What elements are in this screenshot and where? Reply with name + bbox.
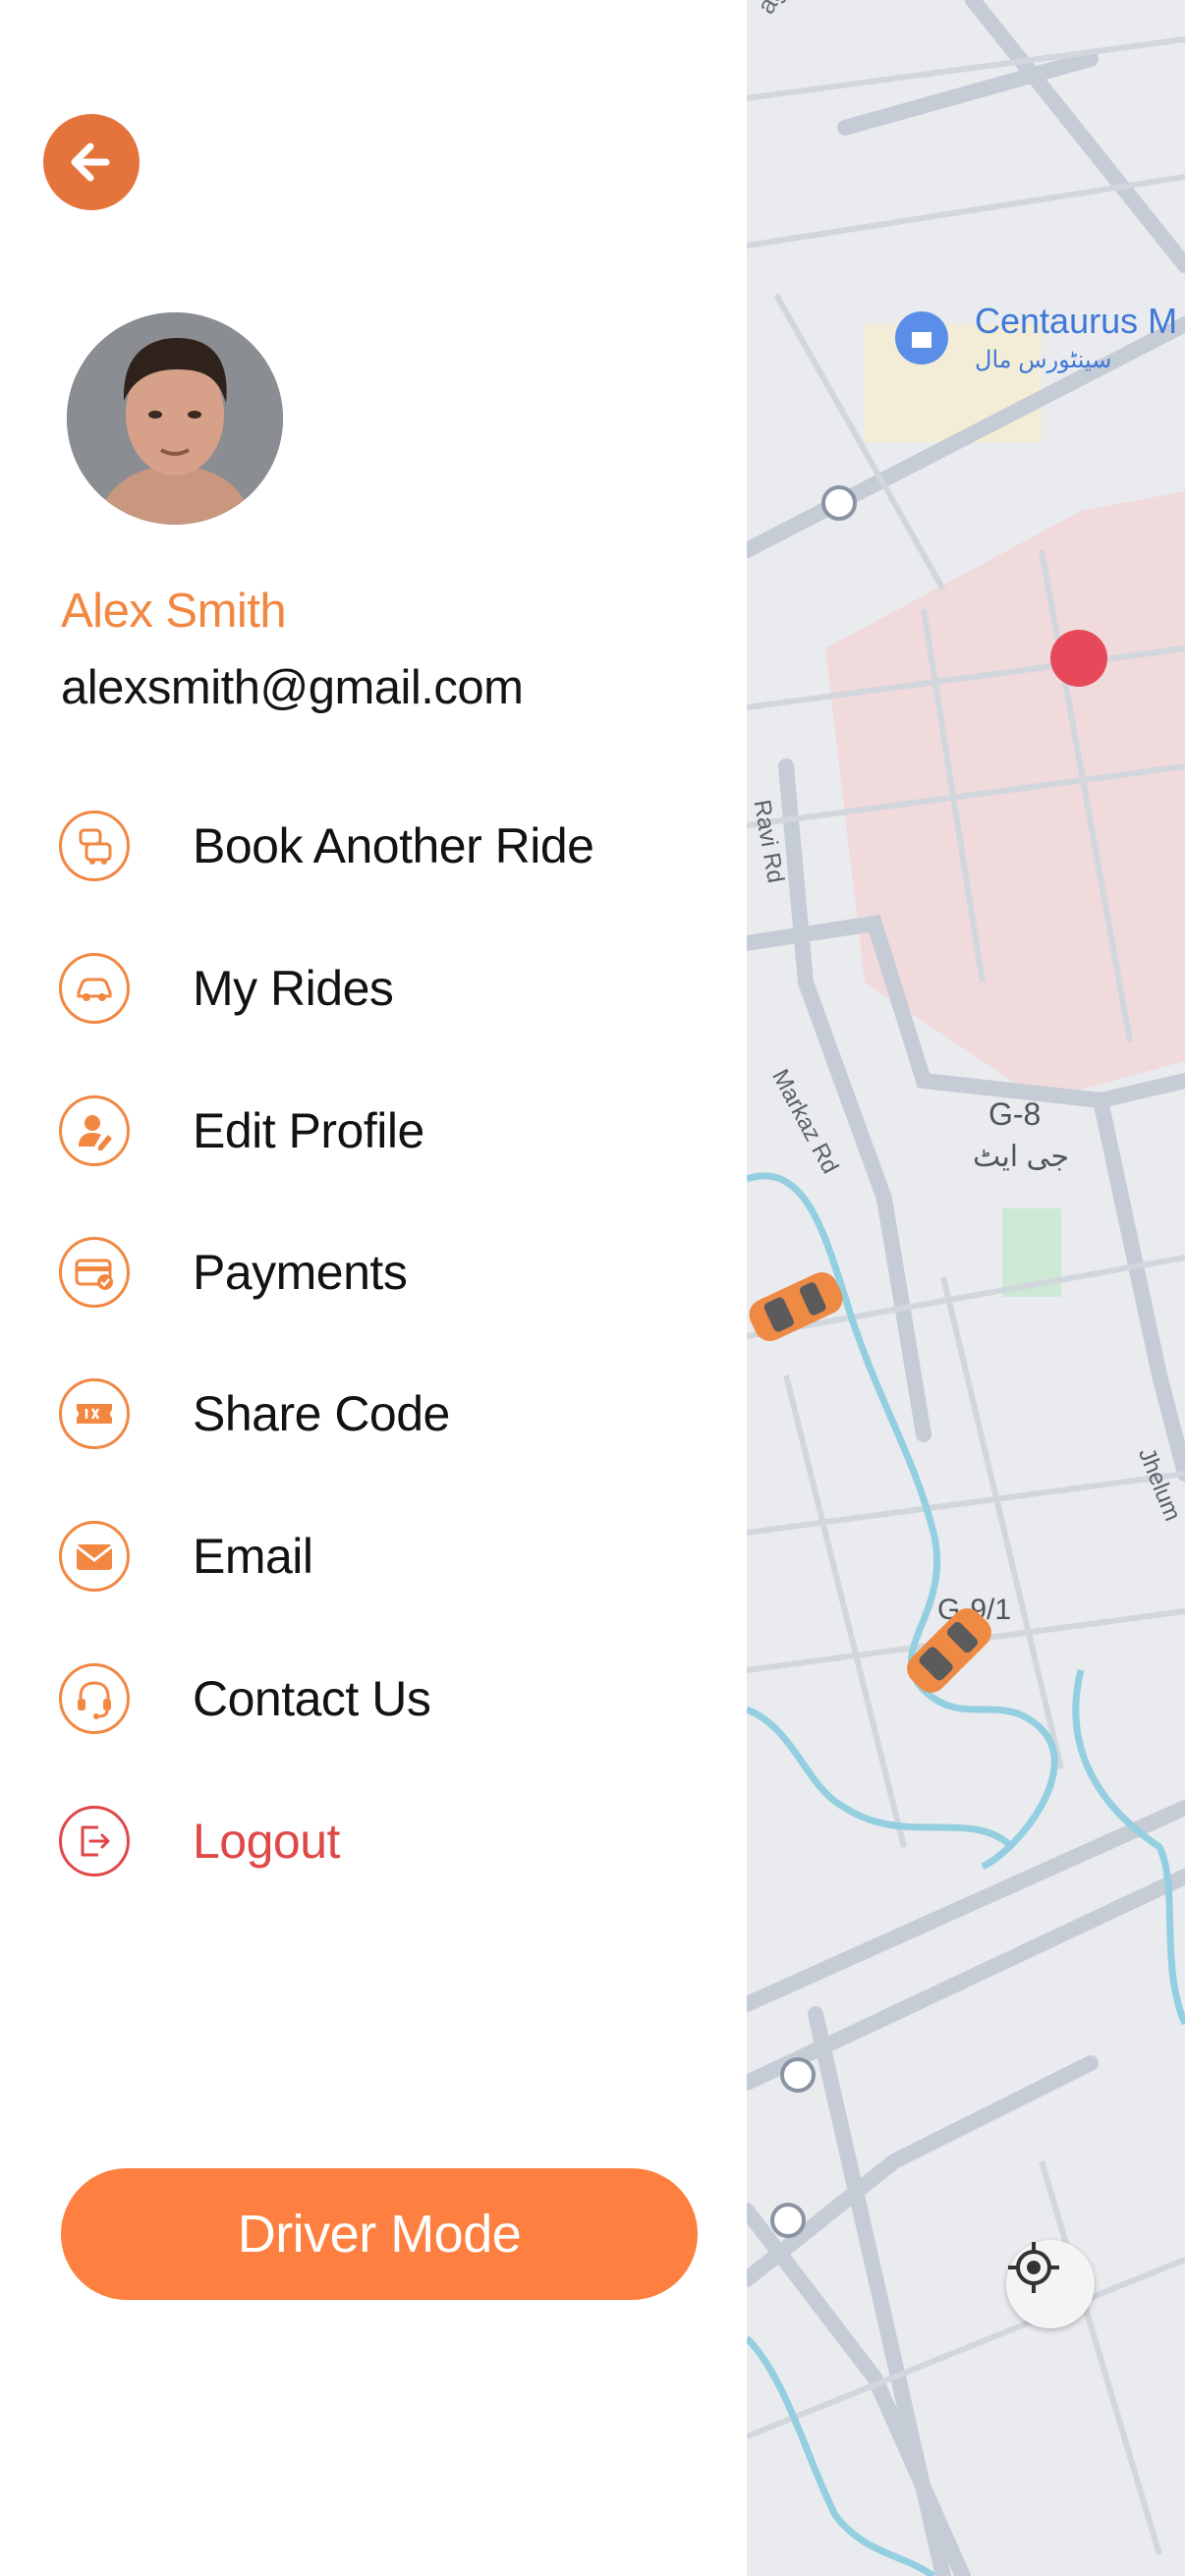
card-check-icon bbox=[59, 1237, 130, 1308]
menu-item-book-another-ride[interactable]: Book Another Ride bbox=[59, 792, 707, 900]
menu-label-edit-profile: Edit Profile bbox=[193, 1103, 424, 1158]
map-view[interactable]: aghan Centaurus M سینٹورس مال Ravi Rd Ma… bbox=[747, 0, 1185, 2576]
menu-label-share-code: Share Code bbox=[193, 1386, 450, 1441]
menu-item-edit-profile[interactable]: Edit Profile bbox=[59, 1077, 707, 1185]
map-label-centaurus-ur: سینٹورس مال bbox=[975, 347, 1112, 373]
car-marker bbox=[907, 1608, 991, 1693]
menu-label-email: Email bbox=[193, 1529, 313, 1584]
menu-item-my-rides[interactable]: My Rides bbox=[59, 934, 707, 1042]
menu-item-logout[interactable]: Logout bbox=[59, 1787, 707, 1895]
user-edit-icon bbox=[59, 1095, 130, 1166]
ticket-icon bbox=[59, 1378, 130, 1449]
headset-icon bbox=[59, 1663, 130, 1734]
user-name: Alex Smith bbox=[61, 585, 287, 638]
logout-icon bbox=[59, 1806, 130, 1876]
menu-item-contact-us[interactable]: Contact Us bbox=[59, 1645, 707, 1753]
map-label-g8: G-8 bbox=[988, 1096, 1042, 1132]
menu-label-logout: Logout bbox=[193, 1814, 340, 1869]
user-photo bbox=[67, 312, 283, 525]
back-button[interactable] bbox=[43, 114, 140, 210]
avatar[interactable] bbox=[67, 312, 283, 525]
menu-item-email[interactable]: Email bbox=[59, 1502, 707, 1610]
arrow-left-icon bbox=[71, 142, 110, 182]
envelope-icon bbox=[59, 1521, 130, 1592]
car-marker bbox=[749, 1272, 843, 1341]
menu-label-my-rides: My Rides bbox=[193, 961, 394, 1016]
user-email: alexsmith@gmail.com bbox=[61, 661, 524, 714]
menu-label-payments: Payments bbox=[193, 1245, 408, 1300]
my-location-button[interactable] bbox=[1006, 2240, 1095, 2328]
driver-mode-button[interactable]: Driver Mode bbox=[61, 2168, 698, 2300]
crosshair-icon bbox=[1008, 2242, 1059, 2293]
menu-item-payments[interactable]: Payments bbox=[59, 1218, 707, 1326]
map-label-centaurus: Centaurus M bbox=[975, 301, 1178, 341]
map-label-g8-ur: جی ایٹ bbox=[973, 1141, 1070, 1173]
side-drawer: Alex Smith alexsmith@gmail.com Book Anot… bbox=[0, 0, 747, 2576]
menu-label-contact-us: Contact Us bbox=[193, 1671, 431, 1726]
car-pair-icon bbox=[59, 811, 130, 881]
menu-item-share-code[interactable]: Share Code bbox=[59, 1360, 707, 1468]
menu-label-book-another-ride: Book Another Ride bbox=[193, 818, 594, 873]
car-icon bbox=[59, 953, 130, 1024]
